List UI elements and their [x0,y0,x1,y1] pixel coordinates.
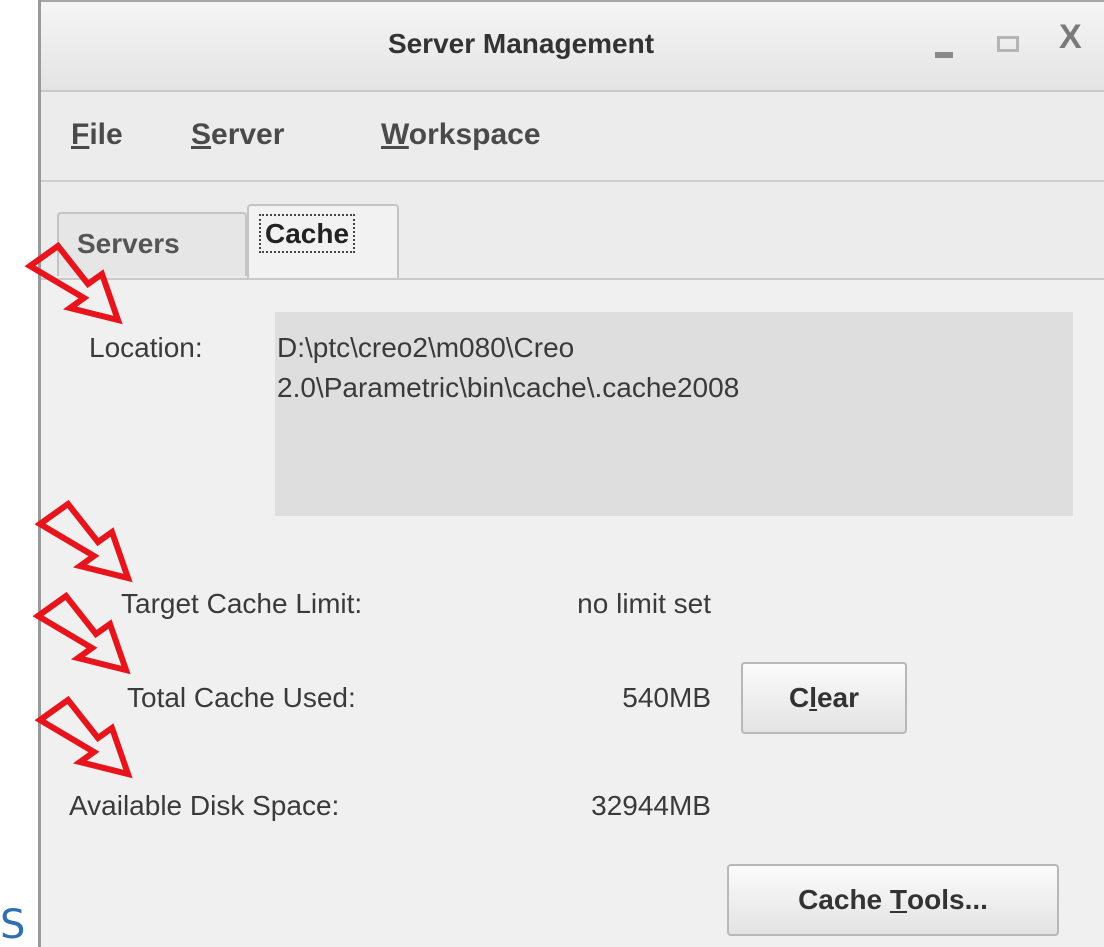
menu-workspace-mnemonic: W [381,118,409,151]
target-cache-limit-label: Target Cache Limit: [121,588,363,619]
menu-server-mnemonic: S [191,118,212,151]
cache-tools-button-pre: Cache [798,884,890,915]
server-management-window: Server Management X File Server Workspac… [38,0,1104,947]
cache-tools-button[interactable]: Cache Tools... [727,864,1059,936]
minimize-icon[interactable] [927,26,967,66]
cache-panel: Location: D:\ptc\creo2\m080\Creo 2.0\Par… [41,278,1104,947]
menu-file-mnemonic: F [71,118,90,151]
clear-button-mnemonic: l [809,682,817,713]
cache-tools-button-mnemonic: T [889,884,908,915]
location-value[interactable]: D:\ptc\creo2\m080\Creo 2.0\Parametric\bi… [275,312,1073,516]
annotation-arrow-disk-space-icon [34,695,133,779]
menu-bar: File Server Workspace [41,92,1104,182]
title-bar[interactable]: Server Management X [41,0,1104,92]
menu-server-label: erver [211,118,285,151]
total-cache-used-value: 540MB [622,682,711,713]
menu-server[interactable]: Server [189,114,286,156]
annotation-arrow-total-used-icon [32,591,131,675]
maximize-icon[interactable] [991,26,1031,66]
location-label: Location: [89,332,203,363]
annotation-arrow-location-icon [24,241,123,325]
tab-cache-label: Cache [259,214,356,253]
annotation-arrow-target-limit-icon [34,499,133,583]
tab-strip: Servers Cache [41,200,1104,282]
total-cache-used-label: Total Cache Used: [127,682,356,713]
menu-file-label: ile [89,118,123,151]
background-text-fragment: S [0,905,25,945]
menu-workspace[interactable]: Workspace [379,114,543,156]
clear-button-post: ear [816,682,860,713]
available-disk-space-label: Available Disk Space: [69,790,340,821]
tab-cache[interactable]: Cache [247,204,399,282]
close-icon[interactable]: X [1059,20,1099,60]
window-title: Server Management [387,28,655,59]
clear-button-pre: C [788,682,810,713]
menu-workspace-label: orkspace [408,118,541,151]
menu-file[interactable]: File [69,114,125,156]
available-disk-space-value: 32944MB [591,790,711,821]
clear-button[interactable]: Cl ear [741,662,907,734]
cache-tools-button-post: ools... [907,884,988,915]
target-cache-limit-value: no limit set [577,588,711,619]
